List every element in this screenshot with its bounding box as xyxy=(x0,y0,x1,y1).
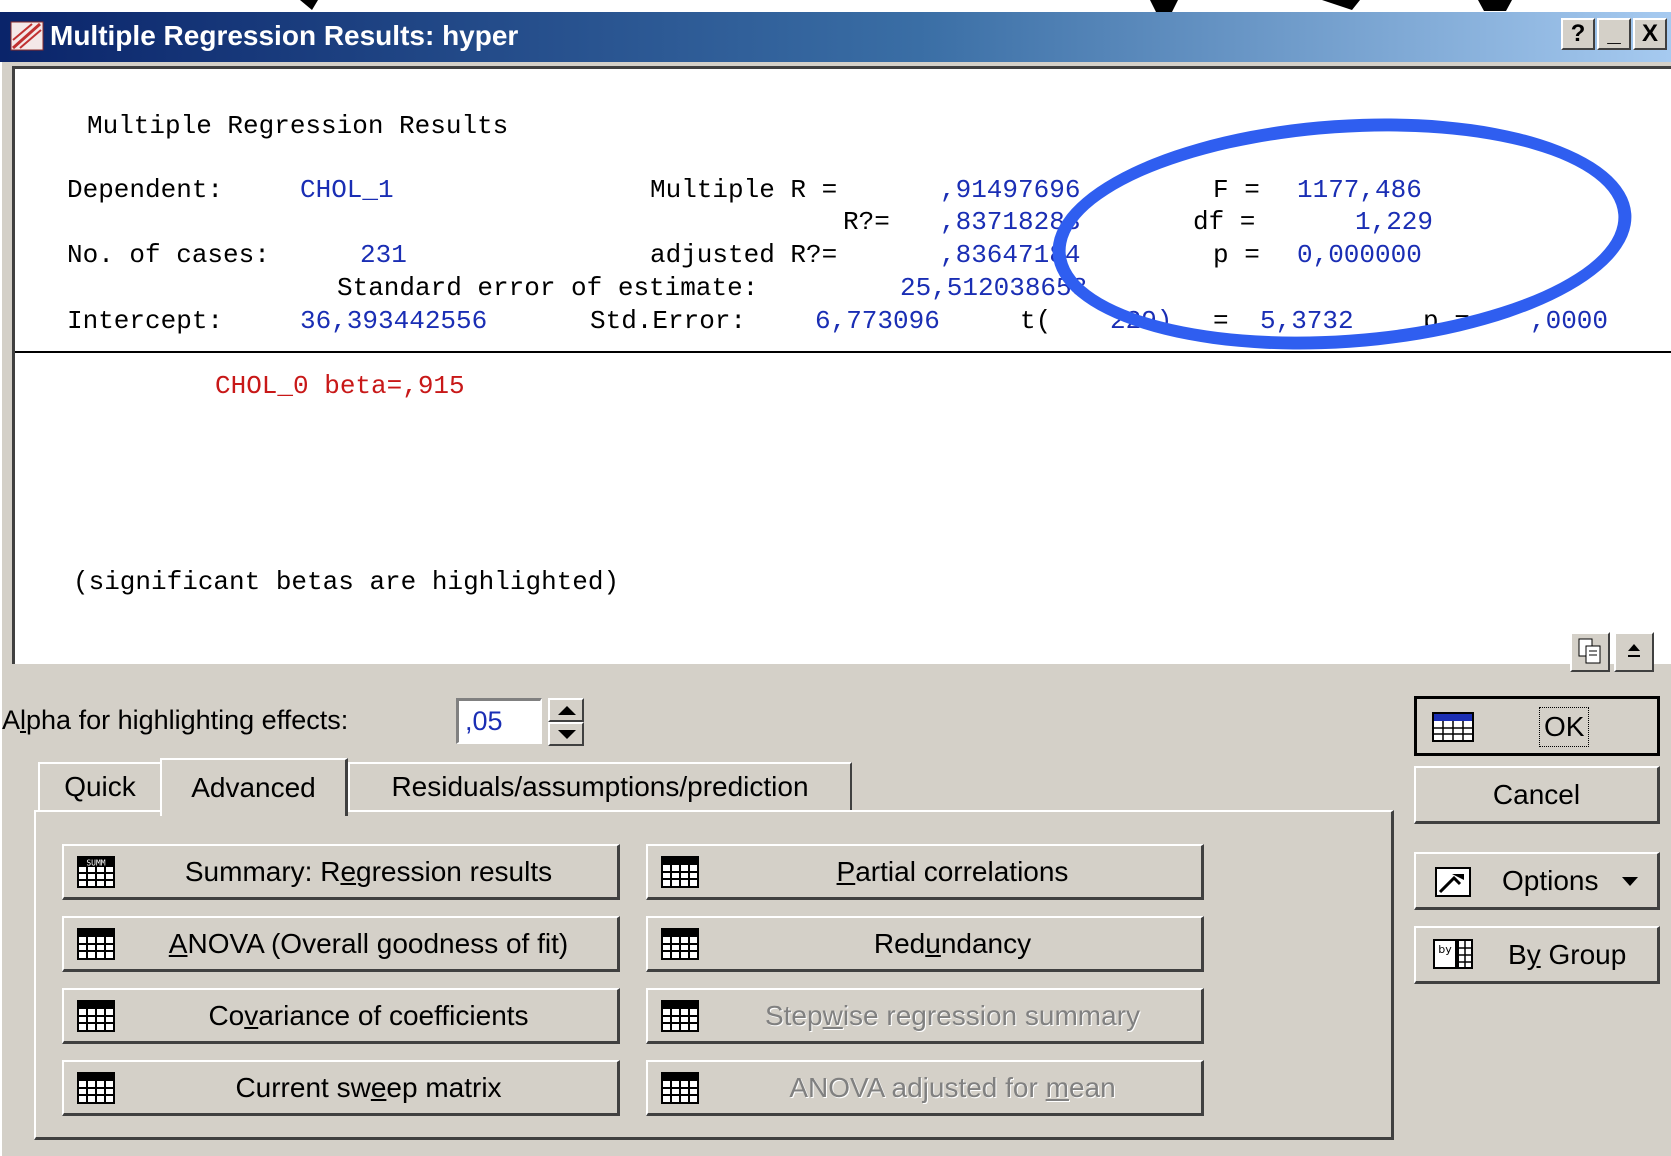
spin-down-icon[interactable] xyxy=(548,722,584,746)
table-icon xyxy=(661,1072,699,1104)
table-icon xyxy=(77,1072,115,1104)
stepwise-summary-button[interactable]: Stepwise regression summary xyxy=(646,988,1204,1044)
std-error-value: 6,773096 xyxy=(815,306,940,336)
significance-footnote: (significant betas are highlighted) xyxy=(73,567,620,597)
table-icon xyxy=(661,856,699,888)
multiple-r-value: ,91497696 xyxy=(940,175,1081,205)
close-button[interactable]: X xyxy=(1633,18,1667,50)
tab-quick[interactable]: Quick xyxy=(38,762,162,812)
svg-text:SUMM: SUMM xyxy=(86,859,105,868)
results-divider xyxy=(15,351,1671,353)
cases-label: No. of cases: xyxy=(67,240,270,270)
cases-value: 231 xyxy=(360,240,407,270)
covariance-button[interactable]: Covariance of coefficients xyxy=(62,988,620,1044)
by-group-button[interactable]: by By Group xyxy=(1414,926,1660,984)
beta-line: CHOL_0 beta=,915 xyxy=(215,371,465,401)
help-button[interactable]: ? xyxy=(1561,18,1595,50)
copy-icon[interactable] xyxy=(1570,632,1610,672)
tab-residuals[interactable]: Residuals/assumptions/prediction xyxy=(348,762,852,812)
intercept-label: Intercept: xyxy=(67,306,224,336)
options-button[interactable]: Options xyxy=(1414,852,1660,910)
ok-button[interactable]: OK xyxy=(1414,696,1660,756)
r2-label: R?= xyxy=(843,207,890,237)
std-error-estimate-value: 25,512038658 xyxy=(900,273,1088,303)
summary-table-icon: SUMM xyxy=(77,856,115,888)
alpha-spinner[interactable] xyxy=(548,698,584,746)
summary-regression-button[interactable]: SUMM Summary: Regression results xyxy=(62,844,620,900)
std-error-estimate-label: Standard error of estimate: xyxy=(337,273,759,303)
options-icon xyxy=(1435,867,1471,897)
table-icon xyxy=(661,1000,699,1032)
anova-button[interactable]: ANOVA (Overall goodness of fit) xyxy=(62,916,620,972)
options-label: Options xyxy=(1502,865,1599,896)
p2-value: ,0000 xyxy=(1530,306,1609,336)
adjusted-r2-label: adjusted R?= xyxy=(650,240,838,270)
tab-advanced[interactable]: Advanced xyxy=(160,758,348,816)
sweep-matrix-button[interactable]: Current sweep matrix xyxy=(62,1060,620,1116)
chevron-down-icon xyxy=(1622,877,1638,886)
dependent-value: CHOL_1 xyxy=(300,175,394,205)
table-icon xyxy=(77,928,115,960)
by-group-icon: by xyxy=(1433,939,1473,969)
redundancy-button[interactable]: Redundancy xyxy=(646,916,1204,972)
t-label: t( xyxy=(1020,306,1052,336)
ok-label: OK xyxy=(1539,707,1590,747)
table-icon xyxy=(661,928,699,960)
collapse-up-icon[interactable] xyxy=(1614,632,1654,672)
intercept-value: 36,393442556 xyxy=(300,306,488,336)
multiple-r-label: Multiple R = xyxy=(650,175,838,205)
minimize-button[interactable]: _ xyxy=(1597,18,1631,50)
partial-correlations-button[interactable]: Partial correlations xyxy=(646,844,1204,900)
results-heading: Multiple Regression Results xyxy=(87,111,509,141)
svg-text:by: by xyxy=(1438,943,1452,956)
by-group-label: By Group xyxy=(1508,939,1627,970)
dependent-label: Dependent: xyxy=(67,175,224,205)
app-icon xyxy=(10,20,44,52)
alpha-label: Alpha for highlighting effects: xyxy=(2,705,349,735)
anova-adjusted-mean-button[interactable]: ANOVA adjusted for mean xyxy=(646,1060,1204,1116)
std-error-label: Std.Error: xyxy=(590,306,747,336)
alpha-input[interactable]: ,05 xyxy=(456,698,542,744)
window-title: Multiple Regression Results: hyper xyxy=(50,20,519,51)
cancel-button[interactable]: Cancel xyxy=(1414,766,1660,824)
summary-table-icon xyxy=(1432,712,1474,742)
spin-up-icon[interactable] xyxy=(548,698,584,722)
page: Multiple Regression Results: hyper ? _ X… xyxy=(0,0,1671,1156)
table-icon xyxy=(77,1000,115,1032)
